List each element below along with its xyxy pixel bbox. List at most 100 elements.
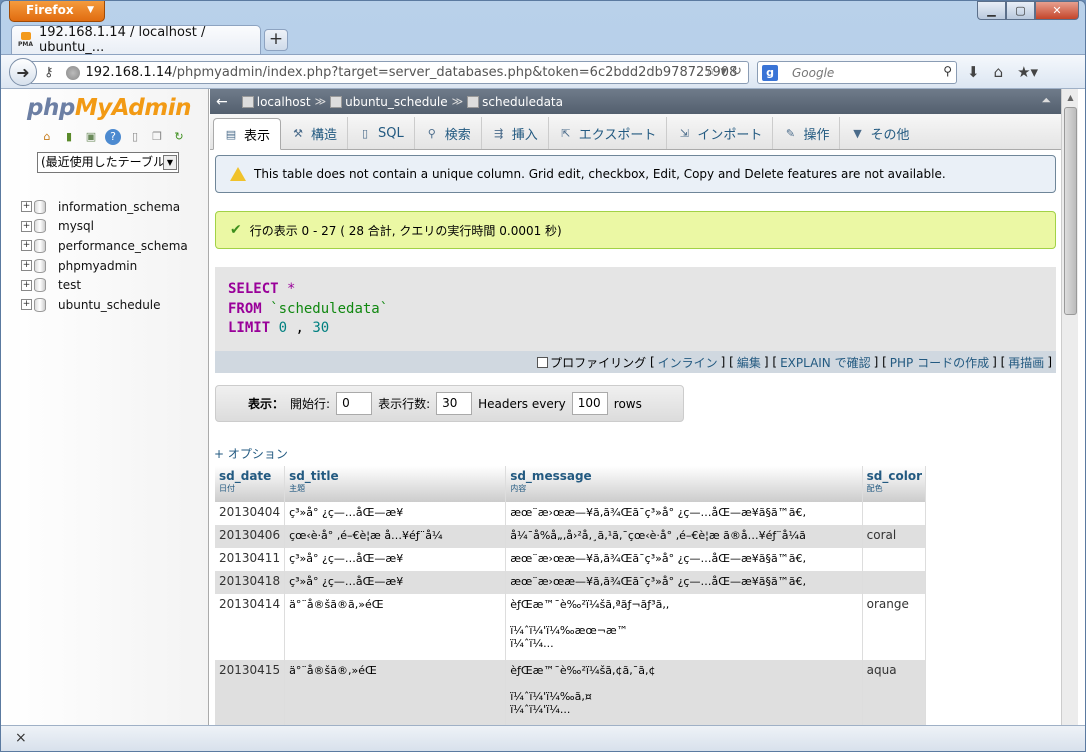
- google-icon[interactable]: g: [762, 64, 778, 81]
- breadcrumb-table[interactable]: scheduledata: [467, 95, 563, 109]
- phpmyadmin-logo[interactable]: phpMyAdmin: [27, 95, 191, 121]
- query-window-icon[interactable]: ▣: [83, 129, 99, 145]
- scrollbar-thumb[interactable]: [1064, 107, 1077, 315]
- vertical-scrollbar[interactable]: ▲: [1061, 89, 1078, 725]
- bookmarks-icon[interactable]: ★▾: [1017, 63, 1038, 81]
- url-bar[interactable]: ⚷ 192.168.1.14/phpmyadmin/index.php?targ…: [31, 61, 749, 84]
- firefox-menu-button[interactable]: Firefox ▼: [9, 1, 105, 22]
- tab-more[interactable]: ▼ その他: [840, 117, 919, 149]
- edit-link[interactable]: 編集: [737, 354, 761, 371]
- search-icon[interactable]: ⚲: [943, 64, 952, 78]
- expand-icon[interactable]: +: [21, 201, 32, 213]
- database-item[interactable]: + performance_schema: [21, 236, 188, 256]
- browse-icon: ▤: [225, 127, 237, 141]
- identity-key-icon[interactable]: ⚷: [44, 65, 54, 80]
- toolbar-icons: ⬇ ⌂ ★▾: [967, 63, 1038, 81]
- download-icon[interactable]: ⬇: [967, 63, 980, 81]
- notice-text: This table does not contain a unique col…: [254, 167, 946, 181]
- database-item[interactable]: + test: [21, 275, 188, 295]
- minimize-button[interactable]: ▁: [977, 1, 1006, 20]
- tab-import[interactable]: ⇲ インポート: [667, 117, 774, 149]
- tab-search[interactable]: ⚲ 検索: [415, 117, 482, 149]
- headers-every-input[interactable]: 100: [571, 392, 608, 415]
- column-header[interactable]: sd_color 配色: [862, 466, 927, 502]
- recent-tables-select[interactable]: (最近使用したテーブル ▼: [37, 152, 179, 173]
- database-list: + information_schema + mysql + performance_…: [21, 197, 188, 315]
- bookmark-star-icon[interactable]: ☆ ▾ ↻: [705, 64, 742, 79]
- copy-icon[interactable]: ❐: [149, 129, 165, 145]
- scroll-top-icon[interactable]: ⏶: [1041, 93, 1051, 108]
- separator-icon: ≫: [451, 95, 464, 108]
- chevron-down-icon: ▼: [163, 155, 177, 170]
- expand-icon[interactable]: +: [21, 299, 32, 311]
- database-item[interactable]: + information_schema: [21, 197, 188, 217]
- page-content: phpMyAdmin ⌂ ▮ ▣ ? ▯ ❐ ↻ (最近使用したテーブル ▼ + i…: [1, 89, 1085, 725]
- collapse-arrow-icon[interactable]: ←: [216, 94, 228, 110]
- table-icon: [467, 95, 480, 108]
- browser-tab[interactable]: PMA 192.168.1.14 / localhost / ubuntu_..…: [11, 25, 261, 55]
- close-addon-bar-icon[interactable]: ×: [15, 730, 27, 746]
- column-header[interactable]: sd_message 内容: [505, 466, 863, 502]
- scroll-up-icon[interactable]: ▲: [1062, 89, 1079, 106]
- export-icon: ⇱: [561, 126, 571, 140]
- search-icon: ⚲: [427, 126, 436, 140]
- search-bar[interactable]: g Google ⚲: [757, 61, 957, 84]
- rows-count-input[interactable]: 30: [436, 392, 473, 415]
- warning-icon: [230, 167, 246, 181]
- maximize-button[interactable]: ▢: [1006, 1, 1035, 20]
- database-item[interactable]: + phpmyadmin: [21, 256, 188, 276]
- expand-icon[interactable]: +: [21, 279, 32, 291]
- checkmark-icon: ✔: [230, 222, 242, 238]
- navigation-bar: ➜ ⚷ 192.168.1.14/phpmyadmin/index.php?ta…: [1, 54, 1085, 89]
- tab-export[interactable]: ⇱ エクスポート: [549, 117, 668, 149]
- explain-link[interactable]: EXPLAIN で確認: [780, 354, 871, 371]
- expand-icon[interactable]: +: [21, 240, 32, 252]
- profiling-label: プロファイリング: [550, 355, 647, 370]
- profiling-checkbox[interactable]: [537, 356, 549, 368]
- tab-sql[interactable]: ▯ SQL: [348, 117, 415, 149]
- column-header[interactable]: sd_date 日付: [215, 466, 286, 502]
- expand-icon[interactable]: +: [21, 260, 32, 272]
- breadcrumb-database[interactable]: ubuntu_schedule: [330, 95, 448, 109]
- column-header[interactable]: sd_title 主題: [284, 466, 507, 502]
- database-icon: [34, 199, 46, 214]
- pma-quick-icons: ⌂ ▮ ▣ ? ▯ ❐ ↻: [39, 129, 187, 145]
- options-link[interactable]: + オプション: [214, 445, 288, 462]
- exit-icon[interactable]: ▮: [61, 129, 77, 145]
- reload-icon[interactable]: ↻: [171, 129, 187, 145]
- new-tab-button[interactable]: +: [264, 29, 288, 51]
- separator-icon: ≫: [314, 95, 327, 108]
- sql-links: プロファイリング [インライン] [編集] [EXPLAIN で確認] [PHP…: [215, 351, 1056, 373]
- table-row: 20130414 ä°¨å®šã®ã,»éŒ èƒŒæ™¯è‰²ï¼šã,ªãƒ…: [215, 594, 927, 660]
- home-icon[interactable]: ⌂: [39, 129, 55, 145]
- php-code-link[interactable]: PHP コードの作成: [890, 354, 989, 371]
- close-window-button[interactable]: ✕: [1035, 1, 1079, 20]
- success-message: ✔ 行の表示 0 - 27 ( 28 合計, クエリの実行時間 0.0001 秒…: [215, 211, 1056, 249]
- inline-link[interactable]: インライン: [658, 354, 718, 371]
- tab-structure[interactable]: ⚒ 構造: [281, 117, 349, 149]
- expand-icon[interactable]: +: [21, 220, 32, 232]
- server-icon: [241, 95, 254, 108]
- tab-insert[interactable]: ⇶ 挿入: [482, 117, 549, 149]
- database-item[interactable]: + mysql: [21, 217, 188, 237]
- firefox-menu-label: Firefox: [26, 3, 74, 17]
- table-row: 20130415 ä°¨å®šã®,»éŒ èƒŒæ™¯è‰²ï¼šã,¢ã,¯…: [215, 660, 927, 725]
- window-controls: ▁ ▢ ✕: [977, 1, 1079, 20]
- url-host: 192.168.1.14: [85, 65, 173, 80]
- start-row-input[interactable]: 0: [336, 392, 373, 415]
- breadcrumb-server[interactable]: localhost: [241, 95, 311, 109]
- database-icon: [34, 238, 46, 253]
- refresh-link[interactable]: 再描画: [1008, 354, 1044, 371]
- row-navigation-form: 表示： 開始行: 0 表示行数: 30 Headers every 100 ro…: [215, 385, 684, 422]
- home-icon[interactable]: ⌂: [994, 63, 1004, 81]
- documentation-icon[interactable]: ▯: [127, 129, 143, 145]
- insert-icon: ⇶: [494, 126, 504, 140]
- search-input[interactable]: Google: [792, 66, 834, 80]
- database-item[interactable]: + ubuntu_schedule: [21, 295, 188, 315]
- url-path: /phpmyadmin/index.php?target=server_data…: [172, 65, 738, 80]
- tab-browse[interactable]: ▤ 表示: [213, 118, 282, 150]
- help-icon[interactable]: ?: [105, 129, 121, 145]
- back-button[interactable]: ➜: [9, 58, 37, 86]
- tab-operations[interactable]: ✎ 操作: [773, 117, 841, 149]
- import-icon: ⇲: [679, 126, 690, 140]
